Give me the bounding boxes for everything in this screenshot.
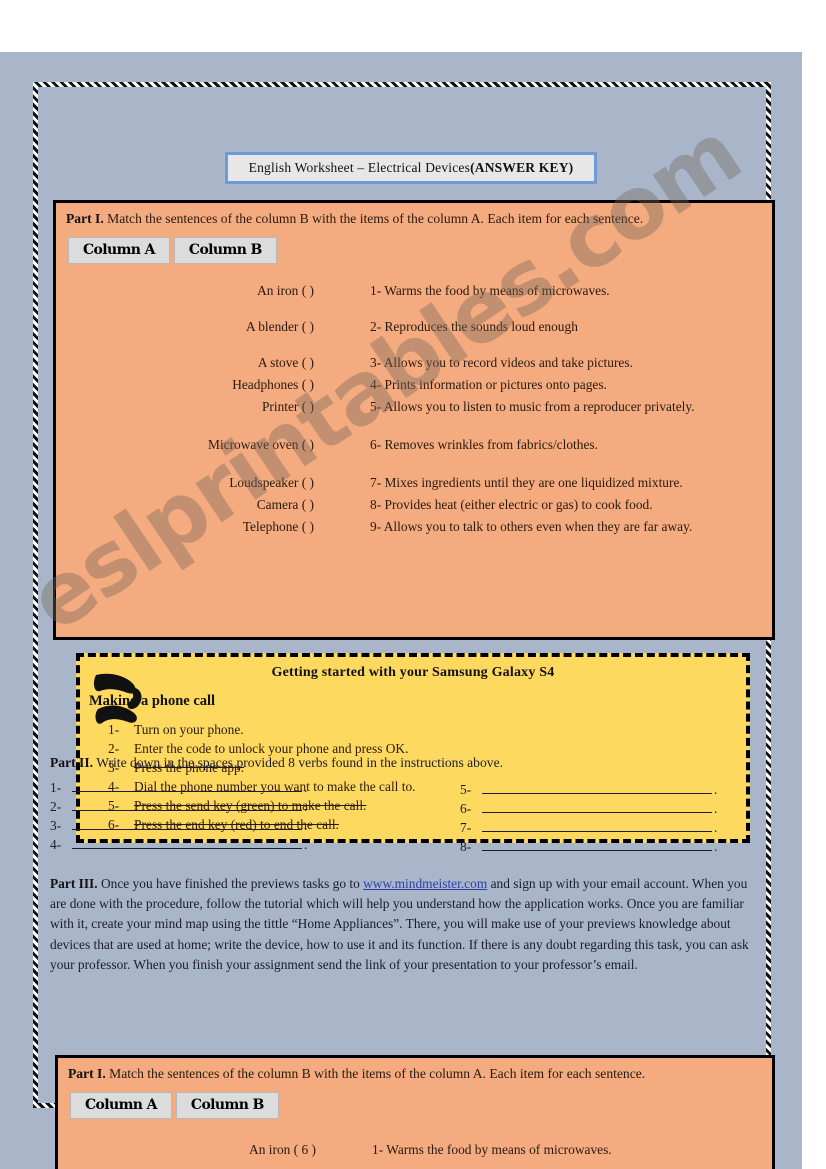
blank-terminator: . bbox=[304, 818, 308, 833]
part-two-blanks-right: 5-. 6-. 7-. 8-. bbox=[460, 780, 717, 856]
match-row: Telephone ( ) 9- Allows you to talk to ot… bbox=[56, 519, 772, 535]
blank-number: 3- bbox=[50, 818, 62, 833]
part-two-blanks-left: 1-. 2-. 3-. 4-. bbox=[50, 778, 307, 854]
match-item-column-b: 4- Prints information or pictures onto p… bbox=[370, 377, 607, 392]
match-item-column-a[interactable]: Camera ( ) bbox=[56, 497, 320, 513]
answer-key-matching-grid: An iron ( 6 ) 1- Warms the food by means … bbox=[58, 1142, 772, 1158]
part-three-label: Part III. bbox=[50, 876, 98, 891]
answer-blank-row[interactable]: 6-. bbox=[460, 799, 717, 818]
answer-blank-row[interactable]: 4-. bbox=[50, 835, 307, 854]
match-row: A blender ( ) 2- Reproduces the sounds lo… bbox=[56, 319, 772, 335]
match-item-column-a[interactable]: Microwave oven ( ) bbox=[56, 437, 320, 453]
match-row: An iron ( ) 1- Warms the food by means of… bbox=[56, 283, 772, 299]
match-row: A stove ( ) 3- Allows you to record video… bbox=[56, 355, 772, 371]
match-row: Loudspeaker ( ) 7- Mixes ingredients unti… bbox=[56, 475, 772, 491]
part-one-heading: Part I. Match the sentences of the colum… bbox=[56, 203, 772, 227]
match-item-column-b: 8- Provides heat (either electric or gas… bbox=[370, 497, 653, 512]
blank-line[interactable] bbox=[482, 837, 712, 851]
answer-item-column-b: 1- Warms the food by means of microwaves… bbox=[372, 1142, 612, 1157]
blank-terminator: . bbox=[714, 839, 718, 854]
match-row: Microwave oven ( ) 6- Removes wrinkles fr… bbox=[56, 437, 772, 453]
blank-terminator: . bbox=[714, 820, 718, 835]
answer-key-column-tabs: Column A Column B bbox=[58, 1082, 772, 1119]
match-item-column-a[interactable]: A blender ( ) bbox=[56, 319, 320, 335]
phone-call-step: 1- Turn on your phone. bbox=[108, 720, 746, 739]
telephone-clipart-icon bbox=[93, 673, 142, 724]
match-item-column-a[interactable]: An iron ( ) bbox=[56, 283, 320, 299]
match-item-column-b: 5- Allows you to listen to music from a … bbox=[370, 399, 695, 414]
part-one-panel: Part I. Match the sentences of the colum… bbox=[53, 200, 775, 640]
match-item-column-b: 7- Mixes ingredients until they are one … bbox=[370, 475, 683, 490]
answer-blank-row[interactable]: 3-. bbox=[50, 816, 307, 835]
column-a-tab: Column A bbox=[68, 237, 170, 264]
answer-item-column-a: An iron ( 6 ) bbox=[249, 1142, 316, 1157]
blank-terminator: . bbox=[304, 799, 308, 814]
answer-key-instruction: Match the sentences of the column B with… bbox=[109, 1066, 646, 1081]
part-two-heading: Part II. Write down in the spaces provid… bbox=[50, 755, 503, 771]
mindmeister-link[interactable]: www.mindmeister.com bbox=[363, 876, 487, 891]
match-row: Headphones ( ) 4- Prints information or p… bbox=[56, 377, 772, 393]
blank-number: 1- bbox=[50, 780, 62, 795]
blank-terminator: . bbox=[714, 801, 718, 816]
matching-grid: An iron ( ) 1- Warms the food by means of… bbox=[56, 283, 772, 535]
blank-line[interactable] bbox=[482, 799, 712, 813]
blank-number: 4- bbox=[50, 837, 62, 852]
blank-line[interactable] bbox=[72, 797, 302, 811]
match-item-column-a[interactable]: Loudspeaker ( ) bbox=[56, 475, 320, 491]
page-title-answer-key: (ANSWER KEY) bbox=[470, 160, 574, 175]
answer-blank-row[interactable]: 7-. bbox=[460, 818, 717, 837]
answer-key-panel: Part I. Match the sentences of the colum… bbox=[55, 1055, 775, 1169]
blank-line[interactable] bbox=[72, 816, 302, 830]
part-one-instruction: Match the sentences of the column B with… bbox=[107, 211, 644, 226]
blank-number: 7- bbox=[460, 820, 472, 835]
answer-key-column-b-tab: Column B bbox=[175, 1092, 279, 1119]
blank-number: 8- bbox=[460, 839, 472, 854]
page-title: English Worksheet – Electrical Devices bbox=[248, 160, 471, 175]
part-two-label: Part II. bbox=[50, 755, 94, 770]
answer-blank-row[interactable]: 2-. bbox=[50, 797, 307, 816]
part-two-instruction: Write down in the spaces provided 8 verb… bbox=[96, 755, 503, 770]
blank-number: 2- bbox=[50, 799, 62, 814]
match-item-column-b: 1- Warms the food by means of microwaves… bbox=[370, 283, 610, 298]
match-item-column-a[interactable]: A stove ( ) bbox=[56, 355, 320, 371]
match-item-column-b: 2- Reproduces the sounds loud enough bbox=[370, 319, 578, 334]
match-row: Printer ( ) 5- Allows you to listen to mu… bbox=[56, 399, 772, 415]
blank-terminator: . bbox=[304, 780, 308, 795]
match-item-column-b: 9- Allows you to talk to others even whe… bbox=[370, 519, 693, 534]
part-one-label: Part I. bbox=[66, 211, 104, 226]
blank-line[interactable] bbox=[72, 835, 302, 849]
answer-key-row: An iron ( 6 ) 1- Warms the food by means … bbox=[58, 1142, 772, 1158]
part-three-text-before: Once you have finished the previews task… bbox=[97, 876, 364, 891]
match-row: Camera ( ) 8- Provides heat (either elect… bbox=[56, 497, 772, 513]
column-tabs: Column A Column B bbox=[56, 227, 772, 264]
worksheet-title-box: English Worksheet – Electrical Devices (A… bbox=[225, 152, 597, 184]
column-b-tab: Column B bbox=[173, 237, 277, 264]
blank-line[interactable] bbox=[482, 780, 712, 794]
match-item-column-a[interactable]: Telephone ( ) bbox=[56, 519, 320, 535]
part-three-paragraph: Part III. Once you have finished the pre… bbox=[50, 874, 762, 975]
blank-number: 6- bbox=[460, 801, 472, 816]
answer-key-label: Part I. bbox=[68, 1066, 106, 1081]
match-item-column-a[interactable]: Printer ( ) bbox=[56, 399, 320, 415]
answer-key-column-a-tab: Column A bbox=[70, 1092, 172, 1119]
worksheet-page: English Worksheet – Electrical Devices (A… bbox=[0, 52, 802, 1169]
answer-blank-row[interactable]: 1-. bbox=[50, 778, 307, 797]
match-item-column-a[interactable]: Headphones ( ) bbox=[56, 377, 320, 393]
samsung-panel-title: Getting started with your Samsung Galaxy… bbox=[271, 665, 555, 680]
answer-key-heading: Part I. Match the sentences of the colum… bbox=[58, 1058, 772, 1082]
match-item-column-b: 6- Removes wrinkles from fabrics/clothes… bbox=[370, 437, 598, 452]
samsung-panel-subtitle: Making a phone call bbox=[89, 693, 216, 709]
answer-blank-row[interactable]: 5-. bbox=[460, 780, 717, 799]
answer-blank-row[interactable]: 8-. bbox=[460, 837, 717, 856]
match-item-column-b: 3- Allows you to record videos and take … bbox=[370, 355, 633, 370]
blank-line[interactable] bbox=[482, 818, 712, 832]
blank-number: 5- bbox=[460, 782, 472, 797]
blank-line[interactable] bbox=[72, 778, 302, 792]
blank-terminator: . bbox=[714, 782, 718, 797]
blank-terminator: . bbox=[304, 837, 308, 852]
